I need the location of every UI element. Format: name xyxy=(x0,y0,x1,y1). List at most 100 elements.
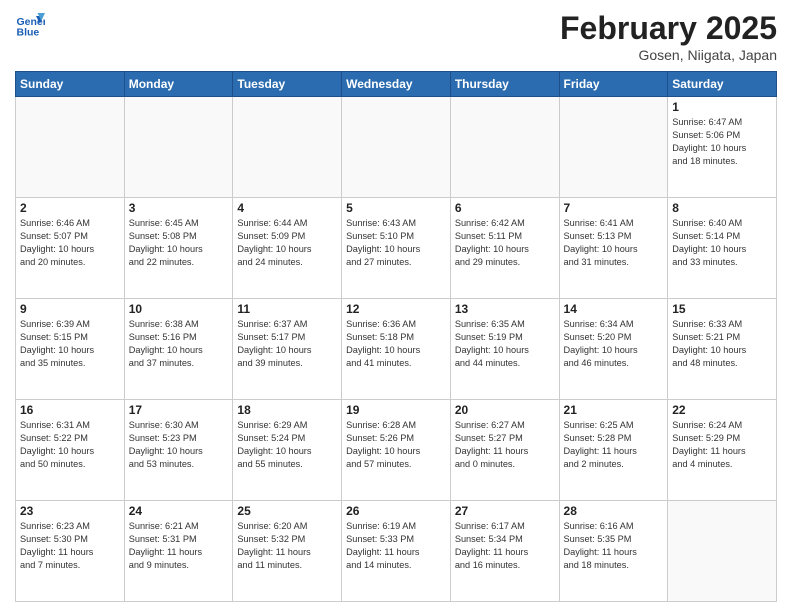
day-info: Sunrise: 6:35 AM Sunset: 5:19 PM Dayligh… xyxy=(455,318,555,370)
calendar-cell: 18 Sunrise: 6:29 AM Sunset: 5:24 PM Dayli… xyxy=(233,400,342,501)
day-number: 4 xyxy=(237,201,337,215)
calendar-cell: 5Sunrise: 6:43 AM Sunset: 5:10 PM Daylig… xyxy=(342,198,451,299)
day-number: 17 xyxy=(129,403,229,417)
calendar-cell: 1Sunrise: 6:47 AM Sunset: 5:06 PM Daylig… xyxy=(668,97,777,198)
month-title: February 2025 xyxy=(560,10,777,47)
day-info: Sunrise: 6:45 AM Sunset: 5:08 PM Dayligh… xyxy=(129,217,229,269)
day-number: 19 xyxy=(346,403,446,417)
calendar-cell: 15 Sunrise: 6:33 AM Sunset: 5:21 PM Dayli… xyxy=(668,299,777,400)
calendar-cell: 21 Sunrise: 6:25 AM Sunset: 5:28 PM Dayli… xyxy=(559,400,668,501)
day-number: 8 xyxy=(672,201,772,215)
day-info: Sunrise: 6:27 AM Sunset: 5:27 PM Dayligh… xyxy=(455,419,555,471)
day-info: Sunrise: 6:46 AM Sunset: 5:07 PM Dayligh… xyxy=(20,217,120,269)
day-number: 3 xyxy=(129,201,229,215)
calendar-cell: 9 Sunrise: 6:39 AM Sunset: 5:15 PM Daylig… xyxy=(16,299,125,400)
weekday-header-sunday: Sunday xyxy=(16,72,125,97)
day-number: 7 xyxy=(564,201,664,215)
calendar-cell: 10Sunrise: 6:38 AM Sunset: 5:16 PM Dayli… xyxy=(124,299,233,400)
header: General Blue February 2025 Gosen, Niigat… xyxy=(15,10,777,63)
day-number: 11 xyxy=(237,302,337,316)
day-number: 25 xyxy=(237,504,337,518)
calendar-cell: 13Sunrise: 6:35 AM Sunset: 5:19 PM Dayli… xyxy=(450,299,559,400)
day-number: 14 xyxy=(564,302,664,316)
weekday-header-friday: Friday xyxy=(559,72,668,97)
day-info: Sunrise: 6:36 AM Sunset: 5:18 PM Dayligh… xyxy=(346,318,446,370)
calendar-cell: 23Sunrise: 6:23 AM Sunset: 5:30 PM Dayli… xyxy=(16,501,125,602)
svg-text:Blue: Blue xyxy=(17,27,40,39)
day-info: Sunrise: 6:16 AM Sunset: 5:35 PM Dayligh… xyxy=(564,520,664,572)
calendar-cell xyxy=(16,97,125,198)
day-info: Sunrise: 6:29 AM Sunset: 5:24 PM Dayligh… xyxy=(237,419,337,471)
day-number: 15 xyxy=(672,302,772,316)
day-number: 6 xyxy=(455,201,555,215)
calendar-cell: 11Sunrise: 6:37 AM Sunset: 5:17 PM Dayli… xyxy=(233,299,342,400)
logo: General Blue xyxy=(15,10,47,40)
day-info: Sunrise: 6:31 AM Sunset: 5:22 PM Dayligh… xyxy=(20,419,120,471)
day-info: Sunrise: 6:28 AM Sunset: 5:26 PM Dayligh… xyxy=(346,419,446,471)
calendar-cell: 16Sunrise: 6:31 AM Sunset: 5:22 PM Dayli… xyxy=(16,400,125,501)
weekday-header-wednesday: Wednesday xyxy=(342,72,451,97)
day-info: Sunrise: 6:33 AM Sunset: 5:21 PM Dayligh… xyxy=(672,318,772,370)
day-number: 18 xyxy=(237,403,337,417)
week-row-2: 2 Sunrise: 6:46 AM Sunset: 5:07 PM Daylig… xyxy=(16,198,777,299)
day-number: 12 xyxy=(346,302,446,316)
week-row-4: 16Sunrise: 6:31 AM Sunset: 5:22 PM Dayli… xyxy=(16,400,777,501)
calendar-cell: 24 Sunrise: 6:21 AM Sunset: 5:31 PM Dayli… xyxy=(124,501,233,602)
logo-icon: General Blue xyxy=(15,10,45,40)
calendar-cell: 2 Sunrise: 6:46 AM Sunset: 5:07 PM Daylig… xyxy=(16,198,125,299)
weekday-header-row: SundayMondayTuesdayWednesdayThursdayFrid… xyxy=(16,72,777,97)
day-info: Sunrise: 6:40 AM Sunset: 5:14 PM Dayligh… xyxy=(672,217,772,269)
day-number: 21 xyxy=(564,403,664,417)
location: Gosen, Niigata, Japan xyxy=(560,47,777,63)
day-number: 5 xyxy=(346,201,446,215)
calendar-cell: 4 Sunrise: 6:44 AM Sunset: 5:09 PM Daylig… xyxy=(233,198,342,299)
calendar-cell: 12 Sunrise: 6:36 AM Sunset: 5:18 PM Dayli… xyxy=(342,299,451,400)
calendar-cell: 25 Sunrise: 6:20 AM Sunset: 5:32 PM Dayli… xyxy=(233,501,342,602)
day-number: 20 xyxy=(455,403,555,417)
day-info: Sunrise: 6:39 AM Sunset: 5:15 PM Dayligh… xyxy=(20,318,120,370)
day-info: Sunrise: 6:21 AM Sunset: 5:31 PM Dayligh… xyxy=(129,520,229,572)
weekday-header-monday: Monday xyxy=(124,72,233,97)
calendar-cell: 14 Sunrise: 6:34 AM Sunset: 5:20 PM Dayli… xyxy=(559,299,668,400)
weekday-header-thursday: Thursday xyxy=(450,72,559,97)
day-info: Sunrise: 6:44 AM Sunset: 5:09 PM Dayligh… xyxy=(237,217,337,269)
calendar-cell: 3 Sunrise: 6:45 AM Sunset: 5:08 PM Daylig… xyxy=(124,198,233,299)
day-info: Sunrise: 6:41 AM Sunset: 5:13 PM Dayligh… xyxy=(564,217,664,269)
day-number: 22 xyxy=(672,403,772,417)
day-info: Sunrise: 6:42 AM Sunset: 5:11 PM Dayligh… xyxy=(455,217,555,269)
day-number: 26 xyxy=(346,504,446,518)
calendar-cell: 6 Sunrise: 6:42 AM Sunset: 5:11 PM Daylig… xyxy=(450,198,559,299)
day-number: 24 xyxy=(129,504,229,518)
day-info: Sunrise: 6:17 AM Sunset: 5:34 PM Dayligh… xyxy=(455,520,555,572)
calendar-cell xyxy=(559,97,668,198)
day-number: 23 xyxy=(20,504,120,518)
day-number: 2 xyxy=(20,201,120,215)
day-info: Sunrise: 6:30 AM Sunset: 5:23 PM Dayligh… xyxy=(129,419,229,471)
title-area: February 2025 Gosen, Niigata, Japan xyxy=(560,10,777,63)
calendar-cell xyxy=(450,97,559,198)
week-row-1: 1Sunrise: 6:47 AM Sunset: 5:06 PM Daylig… xyxy=(16,97,777,198)
day-number: 9 xyxy=(20,302,120,316)
day-info: Sunrise: 6:19 AM Sunset: 5:33 PM Dayligh… xyxy=(346,520,446,572)
day-info: Sunrise: 6:20 AM Sunset: 5:32 PM Dayligh… xyxy=(237,520,337,572)
calendar-cell: 27 Sunrise: 6:17 AM Sunset: 5:34 PM Dayli… xyxy=(450,501,559,602)
weekday-header-tuesday: Tuesday xyxy=(233,72,342,97)
calendar-table: SundayMondayTuesdayWednesdayThursdayFrid… xyxy=(15,71,777,602)
week-row-5: 23Sunrise: 6:23 AM Sunset: 5:30 PM Dayli… xyxy=(16,501,777,602)
day-info: Sunrise: 6:47 AM Sunset: 5:06 PM Dayligh… xyxy=(672,116,772,168)
calendar-cell: 20 Sunrise: 6:27 AM Sunset: 5:27 PM Dayli… xyxy=(450,400,559,501)
calendar-cell: 28 Sunrise: 6:16 AM Sunset: 5:35 PM Dayli… xyxy=(559,501,668,602)
calendar-cell: 26 Sunrise: 6:19 AM Sunset: 5:33 PM Dayli… xyxy=(342,501,451,602)
calendar-cell: 19 Sunrise: 6:28 AM Sunset: 5:26 PM Dayli… xyxy=(342,400,451,501)
day-number: 27 xyxy=(455,504,555,518)
day-info: Sunrise: 6:38 AM Sunset: 5:16 PM Dayligh… xyxy=(129,318,229,370)
day-info: Sunrise: 6:25 AM Sunset: 5:28 PM Dayligh… xyxy=(564,419,664,471)
calendar-cell xyxy=(233,97,342,198)
calendar-cell: 8 Sunrise: 6:40 AM Sunset: 5:14 PM Daylig… xyxy=(668,198,777,299)
calendar-cell: 7 Sunrise: 6:41 AM Sunset: 5:13 PM Daylig… xyxy=(559,198,668,299)
weekday-header-saturday: Saturday xyxy=(668,72,777,97)
calendar-cell: 22 Sunrise: 6:24 AM Sunset: 5:29 PM Dayli… xyxy=(668,400,777,501)
day-info: Sunrise: 6:24 AM Sunset: 5:29 PM Dayligh… xyxy=(672,419,772,471)
day-info: Sunrise: 6:34 AM Sunset: 5:20 PM Dayligh… xyxy=(564,318,664,370)
day-number: 28 xyxy=(564,504,664,518)
